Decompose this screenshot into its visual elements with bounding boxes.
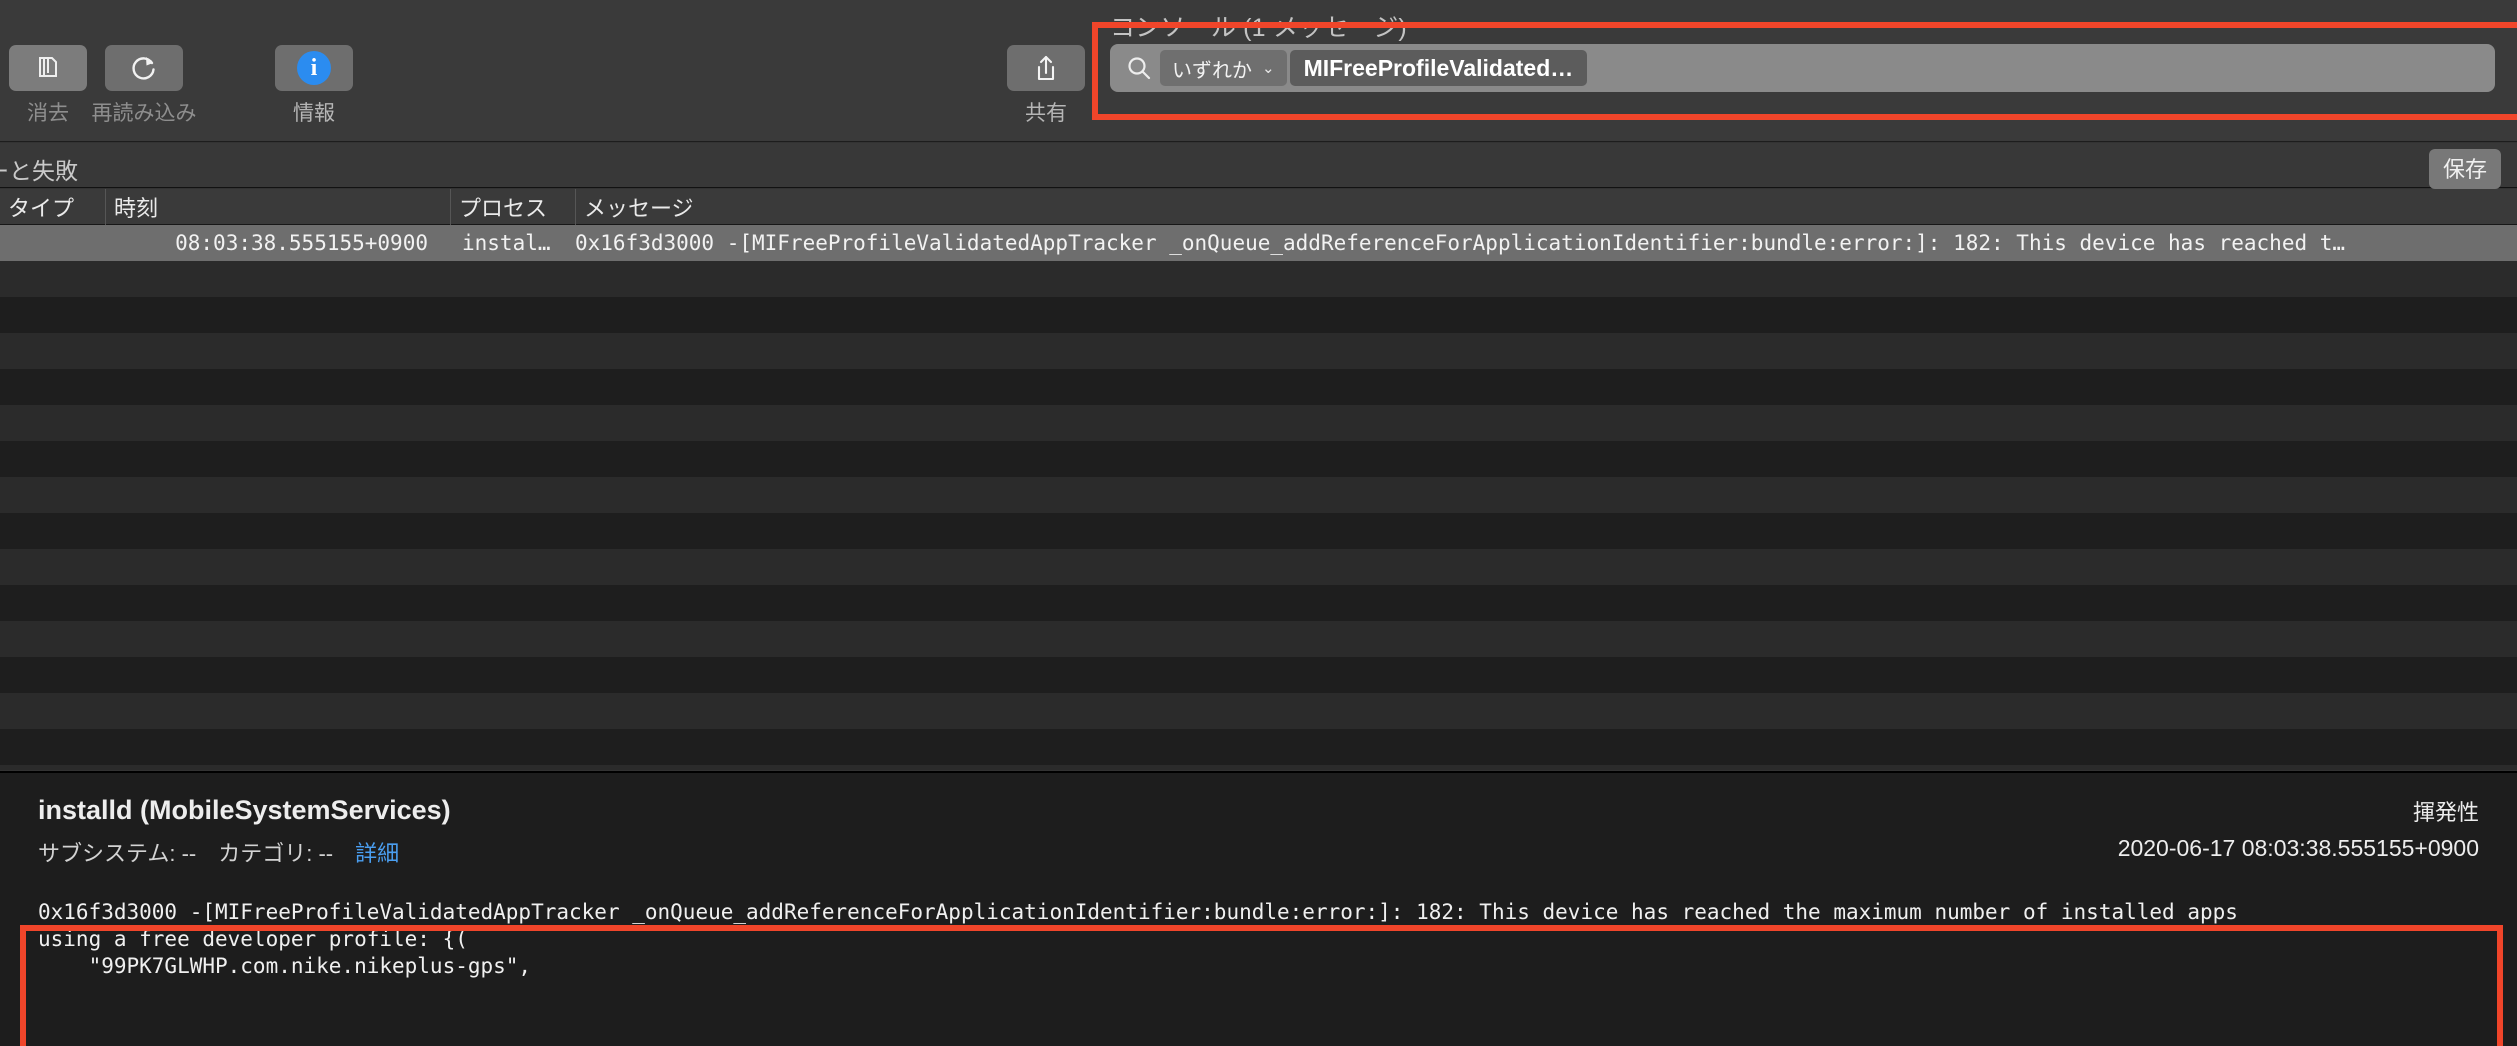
reload-icon: [105, 45, 183, 91]
table-row-empty: [0, 621, 2517, 657]
reload-button[interactable]: 再読み込み: [92, 45, 197, 127]
search-scope-token[interactable]: いずれか ⌄: [1160, 50, 1287, 86]
table-row-empty: [0, 765, 2517, 770]
detail-panel: installd (MobileSystemServices) サブシステム: …: [0, 771, 2517, 1046]
clear-button-label: 消去: [27, 102, 69, 125]
search-value-token[interactable]: MIFreeProfileValidated…: [1289, 50, 1588, 86]
table-row-empty: [0, 441, 2517, 477]
search-icon: [1124, 53, 1154, 83]
filter-description: ーと失敗: [0, 158, 78, 184]
detail-process-name: installd (MobileSystemServices): [38, 795, 451, 825]
cell-time: 08:03:38.555155+0900: [175, 231, 428, 255]
info-glyph: i: [297, 51, 331, 85]
table-row-empty: [0, 549, 2517, 585]
detail-category: カテゴリ: --: [218, 841, 334, 866]
table-row-empty: [0, 585, 2517, 621]
detail-details-link[interactable]: 詳細: [355, 836, 399, 868]
table-row-empty: [0, 729, 2517, 765]
table-row-empty: [0, 405, 2517, 441]
toolbar: コンソール (1 メッセージ) 消去 再読み込み i 情報 共有 いずれか ⌄ …: [0, 0, 2517, 142]
table-header: タイプ 時刻 プロセス メッセージ: [0, 189, 2517, 225]
column-header-time[interactable]: 時刻: [105, 189, 450, 225]
table-row-empty: [0, 513, 2517, 549]
share-icon: [1007, 45, 1085, 91]
table-row[interactable]: 08:03:38.555155+0900 instal… 0x16f3d3000…: [0, 225, 2517, 261]
log-table-body[interactable]: 08:03:38.555155+0900 instal… 0x16f3d3000…: [0, 225, 2517, 770]
detail-subsystem: サブシステム: --: [38, 841, 197, 866]
info-button[interactable]: i 情報: [268, 45, 360, 127]
table-row-empty: [0, 297, 2517, 333]
column-header-message[interactable]: メッセージ: [575, 189, 2517, 225]
column-header-type[interactable]: タイプ: [0, 189, 105, 225]
window-title: コンソール (1 メッセージ): [1110, 14, 1407, 42]
clear-icon: [9, 45, 87, 91]
detail-meta-row: サブシステム: -- カテゴリ: -- 詳細: [38, 836, 399, 868]
table-row-empty: [0, 261, 2517, 297]
console-window: コンソール (1 メッセージ) 消去 再読み込み i 情報 共有 いずれか ⌄ …: [0, 0, 2517, 1046]
chevron-down-icon: ⌄: [1262, 60, 1275, 77]
table-row-empty: [0, 333, 2517, 369]
clear-button[interactable]: 消去: [2, 45, 94, 127]
table-row-empty: [0, 369, 2517, 405]
search-scope-label: いずれか: [1172, 59, 1252, 82]
reload-button-label: 再読み込み: [91, 102, 197, 125]
detail-timestamp: 2020-06-17 08:03:38.555155+0900: [2117, 835, 2479, 861]
table-row-empty: [0, 657, 2517, 693]
search-field[interactable]: いずれか ⌄ MIFreeProfileValidated…: [1110, 44, 2495, 92]
filter-bar: ーと失敗 保存: [0, 143, 2517, 189]
info-button-label: 情報: [293, 102, 335, 125]
share-button-label: 共有: [1025, 102, 1067, 125]
cell-process: instal…: [462, 231, 551, 255]
detail-message-body[interactable]: 0x16f3d3000 -[MIFreeProfileValidatedAppT…: [38, 899, 2507, 980]
column-header-process[interactable]: プロセス: [450, 189, 575, 225]
share-button[interactable]: 共有: [1000, 45, 1092, 127]
save-button[interactable]: 保存: [2428, 149, 2501, 189]
cell-message: 0x16f3d3000 -[MIFreeProfileValidatedAppT…: [575, 231, 2346, 255]
detail-volatility-label: 揮発性: [2412, 800, 2479, 825]
info-icon: i: [275, 45, 353, 91]
table-row-empty: [0, 477, 2517, 513]
table-row-empty: [0, 693, 2517, 729]
